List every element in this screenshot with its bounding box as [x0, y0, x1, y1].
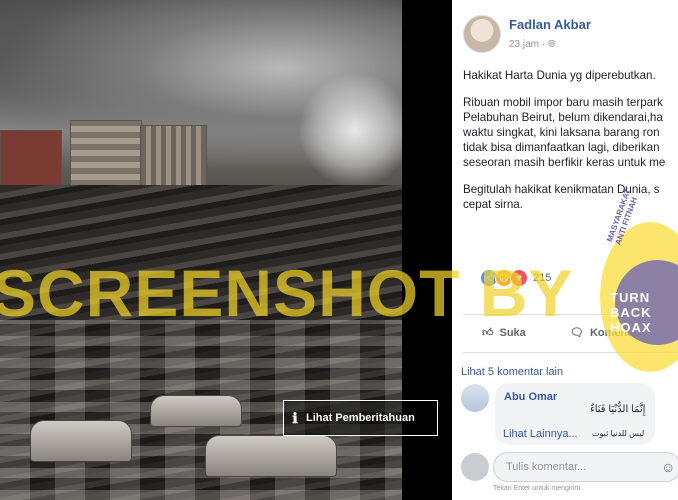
more-comments-link[interactable]: Lihat 5 komentar lain [461, 366, 563, 378]
view-notice-button[interactable]: ℹ Lihat Pemberitahuan [283, 400, 438, 436]
post-time[interactable]: 23 jam · 🌐︎ [509, 39, 556, 50]
author-avatar[interactable] [463, 15, 501, 53]
burned-car [205, 435, 337, 477]
commenter-avatar[interactable] [461, 384, 489, 412]
commenter-name[interactable]: Abu Omar [504, 391, 557, 403]
post-line: waktu singkat, kini laksana barang ron [463, 126, 660, 139]
author-name[interactable]: Fadlan Akbar [509, 17, 591, 32]
post-line: seseoran masih berfikir keras untuk me [463, 156, 666, 169]
info-icon: ℹ [292, 409, 298, 426]
current-user-avatar [461, 453, 489, 481]
post-line: tidak bisa dimanfaatkan lagi, diberikan [463, 141, 660, 154]
notice-label: Lihat Pemberitahuan [306, 412, 415, 424]
globe-icon: · 🌐︎ [541, 39, 556, 50]
post-line: Pelabuhan Beirut, belum dikendarai,ha [463, 111, 663, 124]
ruined-building [0, 130, 62, 187]
post-paragraph: Hakikat Harta Dunia yg diperebutkan. [463, 69, 656, 82]
post-time-text: 23 jam [509, 39, 540, 50]
smiley-icon[interactable]: ☺ [661, 459, 675, 475]
comment-text: إِنَّمَا الدُّنْيَا فَنَاءٌ [590, 404, 646, 415]
burned-car [30, 420, 132, 462]
screenshot-watermark: SCREENSHOT BY [0, 256, 574, 330]
post-line: Ribuan mobil impor baru masih terpark [463, 96, 663, 109]
post-paragraph: Ribuan mobil impor baru masih terpark Pe… [463, 95, 678, 170]
ruined-building [70, 120, 142, 187]
comment-text: ليس للدنيا ثبوت [592, 429, 645, 438]
comment-input[interactable]: Tulis komentar... [493, 452, 678, 482]
see-more-link[interactable]: Lihat Lainnya... [503, 428, 578, 440]
burned-car [150, 395, 242, 427]
input-hint: Tekan Enter untuk mengirim. [493, 485, 583, 492]
post-text: Hakikat Harta Dunia yg diperebutkan. Rib… [463, 68, 678, 224]
seal-text: TURN BACK HOAX [610, 290, 652, 335]
ruined-building [140, 125, 207, 187]
post-paragraph: Begitulah hakikat kenikmatan Dunia, s ce… [463, 182, 678, 212]
explosion-smoke [300, 70, 402, 190]
post-line: cepat sirna. [463, 198, 523, 211]
